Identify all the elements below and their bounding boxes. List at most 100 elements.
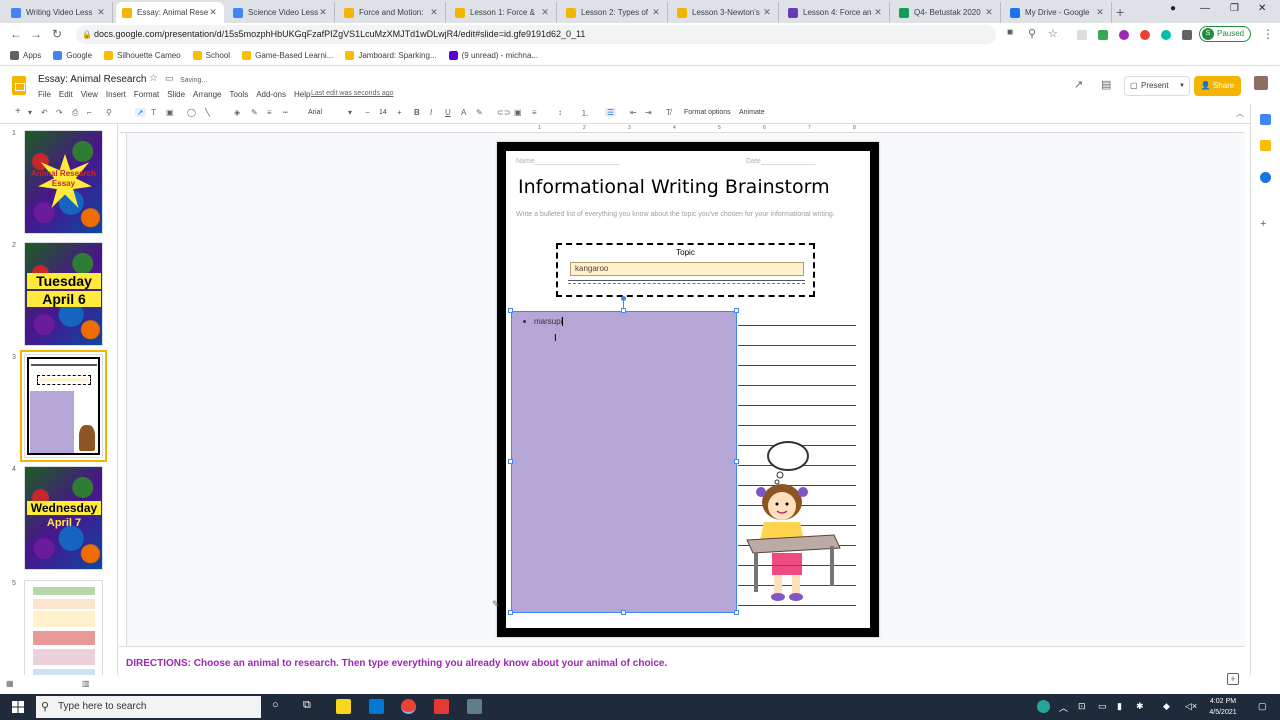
menu-item[interactable]: Tools bbox=[230, 90, 249, 99]
tab-search-icon[interactable]: ● bbox=[1170, 3, 1176, 14]
line-spacing-icon[interactable]: ↕ bbox=[558, 108, 562, 117]
tasks-icon[interactable] bbox=[1260, 172, 1271, 183]
decrease-indent-icon[interactable]: ⇤ bbox=[630, 108, 637, 117]
textbox-tool-icon[interactable]: T bbox=[151, 108, 156, 117]
slide-title[interactable]: Informational Writing Brainstorm bbox=[518, 176, 863, 198]
tab-close-icon[interactable]: ✕ bbox=[318, 7, 328, 18]
resize-handle-w[interactable] bbox=[508, 459, 513, 464]
filmstrip-view-icon[interactable]: ▥ bbox=[82, 679, 90, 688]
present-button[interactable]: ▢ Present ▼ bbox=[1124, 76, 1190, 96]
resize-handle-nw[interactable] bbox=[508, 308, 513, 313]
bold-icon[interactable]: B bbox=[414, 108, 420, 117]
browser-tab[interactable]: Lesson 2: Types of ✕ bbox=[560, 2, 668, 23]
browser-tab[interactable]: Writing Video Less ✕ bbox=[5, 2, 113, 23]
font-family-select[interactable]: Arial bbox=[308, 109, 322, 116]
move-folder-icon[interactable]: ▭ bbox=[165, 73, 174, 84]
windows-start-icon[interactable] bbox=[12, 701, 24, 713]
notifications-icon[interactable]: ▢ bbox=[1258, 701, 1267, 712]
smart-fill-icon[interactable]: ✎ bbox=[492, 599, 500, 610]
profile-paused-button[interactable]: S Paused bbox=[1199, 26, 1251, 42]
slide-thumbnail[interactable]: Animal Research Essay bbox=[24, 130, 103, 234]
extension-sheets-icon[interactable] bbox=[1098, 30, 1108, 40]
chrome-icon[interactable] bbox=[401, 699, 416, 714]
system-clock[interactable]: 4:02 PM 4/5/2021 bbox=[1203, 696, 1243, 718]
new-tab-button[interactable]: + bbox=[1116, 4, 1124, 20]
calendar-icon[interactable] bbox=[1260, 114, 1271, 125]
add-ons-plus-icon[interactable]: + bbox=[1260, 218, 1266, 230]
underline-icon[interactable]: U bbox=[445, 108, 451, 117]
select-tool-icon[interactable]: ➚ bbox=[135, 108, 146, 117]
restore-button[interactable]: ❐ bbox=[1230, 3, 1239, 14]
slides-logo-icon[interactable] bbox=[12, 76, 26, 95]
slide-thumbnail[interactable] bbox=[24, 580, 103, 675]
print-icon[interactable]: ⎙ bbox=[72, 108, 78, 118]
tab-close-icon[interactable]: ✕ bbox=[651, 7, 661, 18]
undo-icon[interactable]: ↶ bbox=[41, 108, 48, 117]
file-explorer-icon[interactable] bbox=[336, 699, 351, 714]
forward-icon[interactable]: → bbox=[30, 27, 42, 41]
speaker-notes[interactable]: DIRECTIONS: Choose an animal to research… bbox=[119, 646, 1245, 675]
mail-icon[interactable] bbox=[369, 699, 384, 714]
close-window-button[interactable]: ✕ bbox=[1258, 3, 1266, 14]
text-color-icon[interactable]: A bbox=[461, 108, 466, 117]
shape-tool-icon[interactable]: ◯ bbox=[187, 108, 196, 117]
extension-grammarly-icon[interactable] bbox=[1161, 30, 1171, 40]
zoom-icon[interactable]: ⚲ bbox=[1028, 27, 1036, 40]
speaker-notes-text[interactable]: DIRECTIONS: Choose an animal to research… bbox=[126, 658, 667, 669]
tab-close-icon[interactable]: ✕ bbox=[873, 7, 883, 18]
bulleted-list-icon[interactable]: ☰ bbox=[605, 108, 617, 117]
bookmark-item[interactable]: Apps bbox=[10, 51, 41, 60]
menu-item[interactable]: Add-ons bbox=[256, 90, 286, 99]
reload-icon[interactable]: ↻ bbox=[52, 27, 62, 41]
comment-icon[interactable]: ▣ bbox=[514, 108, 522, 117]
redo-icon[interactable]: ↷ bbox=[56, 108, 63, 117]
bluetooth-icon[interactable]: ✱ bbox=[1136, 701, 1144, 712]
animate-button[interactable]: Animate bbox=[739, 109, 765, 116]
display-icon[interactable]: ▭ bbox=[1098, 701, 1107, 712]
resize-handle-sw[interactable] bbox=[508, 610, 513, 615]
tab-close-icon[interactable]: ✕ bbox=[540, 7, 550, 18]
back-icon[interactable]: ← bbox=[10, 27, 22, 41]
image-tool-icon[interactable]: ▣ bbox=[166, 108, 174, 117]
resize-handle-se[interactable] bbox=[734, 610, 739, 615]
new-slide-icon[interactable]: + bbox=[15, 106, 21, 117]
browser-tab[interactable]: Essay: Animal Rese ✕ bbox=[116, 2, 224, 23]
volume-icon[interactable]: ◁× bbox=[1185, 701, 1197, 712]
resize-handle-e[interactable] bbox=[734, 459, 739, 464]
bookmark-item[interactable]: Silhouette Cameo bbox=[104, 51, 181, 60]
document-title[interactable]: Essay: Animal Research bbox=[38, 74, 146, 85]
border-weight-icon[interactable]: ≡ bbox=[267, 108, 272, 117]
horizontal-ruler[interactable]: 1 2 3 4 5 6 7 8 bbox=[120, 124, 1245, 133]
tab-close-icon[interactable]: ✕ bbox=[96, 7, 106, 18]
tab-close-icon[interactable]: ✕ bbox=[1095, 7, 1105, 18]
bookmark-item[interactable]: Jamboard: Sparking... bbox=[345, 51, 437, 60]
extension-chrome-icon[interactable] bbox=[1140, 30, 1150, 40]
decrease-font-size-icon[interactable]: − bbox=[365, 108, 370, 117]
menu-item[interactable]: View bbox=[81, 90, 98, 99]
keep-icon[interactable] bbox=[1260, 140, 1271, 151]
screencast-icon[interactable] bbox=[434, 699, 449, 714]
bullet-item[interactable]: marsupi bbox=[523, 317, 564, 326]
dropbox-icon[interactable]: ◆ bbox=[1163, 701, 1170, 712]
grid-view-icon[interactable]: ▦ bbox=[6, 679, 14, 688]
account-avatar[interactable] bbox=[1254, 76, 1268, 90]
border-dash-icon[interactable]: ┅ bbox=[283, 108, 288, 117]
resize-handle-n[interactable] bbox=[621, 308, 626, 313]
italic-icon[interactable]: I bbox=[430, 108, 432, 117]
menu-item[interactable]: Edit bbox=[59, 90, 73, 99]
battery-icon[interactable]: ▮ bbox=[1117, 701, 1122, 712]
tab-close-icon[interactable]: ✕ bbox=[762, 7, 772, 18]
zoom-icon[interactable]: ⚲ bbox=[106, 108, 112, 117]
address-bar[interactable]: 🔒 docs.google.com/presentation/d/15s5moz… bbox=[76, 25, 996, 44]
share-button[interactable]: 👤 Share bbox=[1194, 76, 1241, 96]
link-icon[interactable]: ⊂⊃ bbox=[497, 108, 510, 117]
calculator-icon[interactable] bbox=[467, 699, 482, 714]
browser-tab[interactable]: Lesson 4: Force an ✕ bbox=[782, 2, 890, 23]
bookmark-item[interactable]: Google bbox=[53, 51, 92, 60]
slide-thumbnail[interactable]: Tuesday April 6 bbox=[24, 242, 103, 346]
menu-item[interactable]: Slide bbox=[167, 90, 185, 99]
fill-color-icon[interactable]: ◈ bbox=[234, 108, 240, 117]
new-slide-dropdown-icon[interactable]: ▾ bbox=[28, 108, 32, 117]
browser-tab[interactable]: Lesson 3-Newton's ✕ bbox=[671, 2, 779, 23]
increase-font-size-icon[interactable]: + bbox=[397, 108, 402, 117]
